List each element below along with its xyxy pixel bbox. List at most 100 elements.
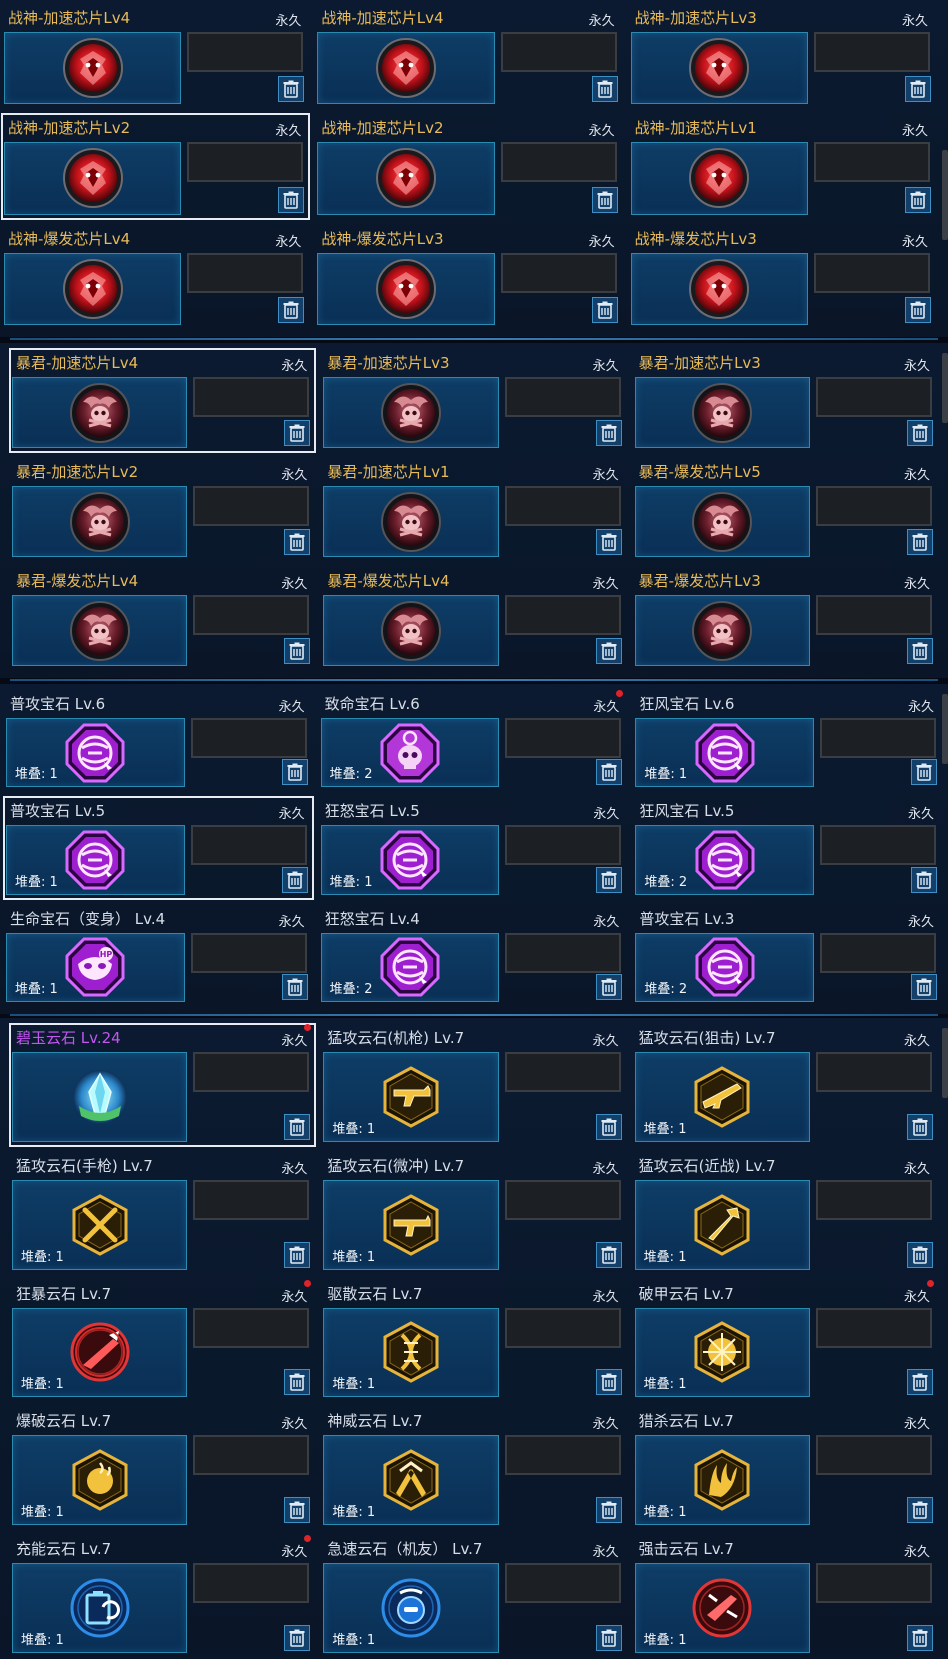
- trash-icon[interactable]: [281, 974, 308, 1000]
- trash-icon[interactable]: [596, 866, 623, 893]
- item-icon-slot[interactable]: 堆叠: 1: [12, 1307, 188, 1398]
- trash-icon[interactable]: [910, 759, 937, 786]
- item-card[interactable]: 战神-加速芯片Lv2 永久: [0, 113, 311, 220]
- item-card[interactable]: 暴君-加速芯片Lv4 永久: [8, 348, 317, 453]
- trash-icon[interactable]: [907, 1113, 933, 1140]
- trash-icon[interactable]: [596, 974, 623, 1000]
- trash-icon[interactable]: [595, 420, 622, 446]
- item-card[interactable]: 普攻宝石 Lv.5 永久 堆叠: 1: [3, 796, 314, 900]
- trash-icon[interactable]: [596, 759, 623, 786]
- item-card[interactable]: 猛攻云石(狙击) Lv.7 永久 堆叠: 1: [633, 1024, 938, 1146]
- item-icon-slot[interactable]: 堆叠: 1: [12, 1563, 188, 1653]
- item-icon-slot[interactable]: [317, 142, 495, 215]
- trash-icon[interactable]: [278, 297, 305, 323]
- scrollbar-thumb[interactable]: [942, 1028, 948, 1098]
- item-card[interactable]: 战神-加速芯片Lv4 永久: [2, 4, 309, 108]
- item-card[interactable]: 暴君-爆发芯片Lv3 永久: [633, 567, 938, 670]
- item-card[interactable]: 暴君-爆发芯片Lv4 永久: [321, 567, 626, 670]
- scrollbar-thumb[interactable]: [942, 150, 948, 240]
- item-card[interactable]: 猛攻云石(微冲) Lv.7 永久 堆叠: 1: [321, 1152, 626, 1274]
- trash-icon[interactable]: [595, 1369, 622, 1396]
- trash-icon[interactable]: [595, 638, 622, 664]
- item-icon-slot[interactable]: 堆叠: 2: [320, 718, 500, 788]
- trash-icon[interactable]: [905, 297, 931, 323]
- item-icon-slot[interactable]: 堆叠: 2: [635, 825, 814, 895]
- item-card[interactable]: 战神-加速芯片Lv4 永久: [315, 4, 622, 108]
- item-icon-slot[interactable]: [630, 32, 808, 105]
- item-card[interactable]: 战神-爆发芯片Lv3 永久: [315, 225, 622, 329]
- item-icon-slot[interactable]: [323, 377, 499, 448]
- item-card[interactable]: 碧玉云石 Lv.24 永久: [8, 1023, 317, 1147]
- item-icon-slot[interactable]: 堆叠: 1: [634, 1179, 810, 1270]
- item-icon-slot[interactable]: HP 堆叠: 1: [6, 932, 185, 1002]
- trash-icon[interactable]: [284, 1625, 311, 1651]
- item-card[interactable]: 暴君-加速芯片Lv2 永久: [10, 458, 315, 561]
- item-card[interactable]: 急速云石（机友） Lv.7 永久 堆叠: 1: [321, 1535, 626, 1657]
- scrollbar-thumb[interactable]: [942, 694, 948, 764]
- item-icon-slot[interactable]: [630, 252, 808, 325]
- item-icon-slot[interactable]: 堆叠: 1: [323, 1563, 499, 1653]
- trash-icon[interactable]: [591, 76, 618, 103]
- trash-icon[interactable]: [910, 974, 937, 1000]
- trash-icon[interactable]: [284, 1241, 311, 1268]
- scrollbar-thumb[interactable]: [942, 353, 948, 423]
- item-icon-slot[interactable]: [4, 252, 182, 325]
- trash-icon[interactable]: [284, 638, 311, 664]
- trash-icon[interactable]: [284, 420, 311, 446]
- item-icon-slot[interactable]: [323, 486, 499, 557]
- item-card[interactable]: 暴君-加速芯片Lv3 永久: [633, 349, 938, 452]
- item-icon-slot[interactable]: [634, 377, 810, 448]
- item-icon-slot[interactable]: 堆叠: 1: [323, 1052, 499, 1142]
- item-card[interactable]: 战神-爆发芯片Lv3 永久: [629, 225, 936, 329]
- trash-icon[interactable]: [281, 866, 308, 893]
- item-icon-slot[interactable]: [12, 1052, 188, 1142]
- item-card[interactable]: 强击云石 Lv.7 永久 堆叠: 1: [633, 1535, 938, 1657]
- trash-icon[interactable]: [907, 1369, 933, 1396]
- trash-icon[interactable]: [284, 1369, 311, 1396]
- trash-icon[interactable]: [595, 1625, 622, 1651]
- item-icon-slot[interactable]: 堆叠: 1: [635, 718, 814, 788]
- item-icon-slot[interactable]: 堆叠: 1: [634, 1052, 810, 1142]
- item-icon-slot[interactable]: [634, 595, 810, 666]
- trash-icon[interactable]: [907, 1497, 933, 1524]
- item-icon-slot[interactable]: 堆叠: 1: [12, 1435, 188, 1526]
- item-icon-slot[interactable]: 堆叠: 1: [634, 1435, 810, 1526]
- item-card[interactable]: 猛攻云石(手枪) Lv.7 永久 堆叠: 1: [10, 1152, 315, 1274]
- item-card[interactable]: 普攻宝石 Lv.3 永久 堆叠: 2: [633, 905, 942, 1006]
- item-card[interactable]: 猛攻云石(近战) Lv.7 永久 堆叠: 1: [633, 1152, 938, 1274]
- item-card[interactable]: 猎杀云石 Lv.7 永久 堆叠: 1: [633, 1407, 938, 1529]
- item-card[interactable]: 生命宝石（变身） Lv.4 永久 HP 堆叠: 1: [4, 905, 313, 1006]
- trash-icon[interactable]: [907, 420, 933, 446]
- item-icon-slot[interactable]: [634, 486, 810, 557]
- item-card[interactable]: 充能云石 Lv.7 永久 堆叠: 1: [10, 1535, 315, 1657]
- trash-icon[interactable]: [284, 1497, 311, 1524]
- trash-icon[interactable]: [595, 529, 622, 555]
- item-card[interactable]: 暴君-加速芯片Lv3 永久: [321, 349, 626, 452]
- item-card[interactable]: 战神-加速芯片Lv2 永久: [315, 114, 622, 218]
- item-icon-slot[interactable]: 堆叠: 1: [323, 1179, 499, 1270]
- item-card[interactable]: 驱散云石 Lv.7 永久 堆叠: 1: [321, 1280, 626, 1402]
- trash-icon[interactable]: [907, 1625, 933, 1651]
- item-card[interactable]: 狂怒宝石 Lv.4 永久 堆叠: 2: [319, 905, 628, 1006]
- item-icon-slot[interactable]: 堆叠: 1: [320, 825, 500, 895]
- trash-icon[interactable]: [284, 1113, 311, 1140]
- trash-icon[interactable]: [907, 529, 933, 555]
- item-icon-slot[interactable]: [4, 142, 182, 215]
- item-card[interactable]: 普攻宝石 Lv.6 永久 堆叠: 1: [4, 690, 313, 791]
- item-icon-slot[interactable]: [4, 32, 182, 105]
- item-icon-slot[interactable]: 堆叠: 1: [634, 1563, 810, 1653]
- item-card[interactable]: 狂风宝石 Lv.6 永久 堆叠: 1: [633, 690, 942, 791]
- trash-icon[interactable]: [591, 297, 618, 323]
- item-icon-slot[interactable]: 堆叠: 1: [6, 718, 185, 788]
- item-icon-slot[interactable]: 堆叠: 1: [323, 1435, 499, 1526]
- item-card[interactable]: 致命宝石 Lv.6 永久 堆叠: 2: [319, 690, 628, 791]
- trash-icon[interactable]: [591, 186, 618, 213]
- trash-icon[interactable]: [907, 638, 933, 664]
- item-icon-slot[interactable]: 堆叠: 1: [12, 1179, 188, 1270]
- trash-icon[interactable]: [907, 1241, 933, 1268]
- item-card[interactable]: 神威云石 Lv.7 永久 堆叠: 1: [321, 1407, 626, 1529]
- item-card[interactable]: 狂怒宝石 Lv.5 永久 堆叠: 1: [319, 797, 628, 898]
- item-card[interactable]: 爆破云石 Lv.7 永久 堆叠: 1: [10, 1407, 315, 1529]
- item-card[interactable]: 暴君-爆发芯片Lv4 永久: [10, 567, 315, 670]
- item-icon-slot[interactable]: 堆叠: 1: [323, 1307, 499, 1398]
